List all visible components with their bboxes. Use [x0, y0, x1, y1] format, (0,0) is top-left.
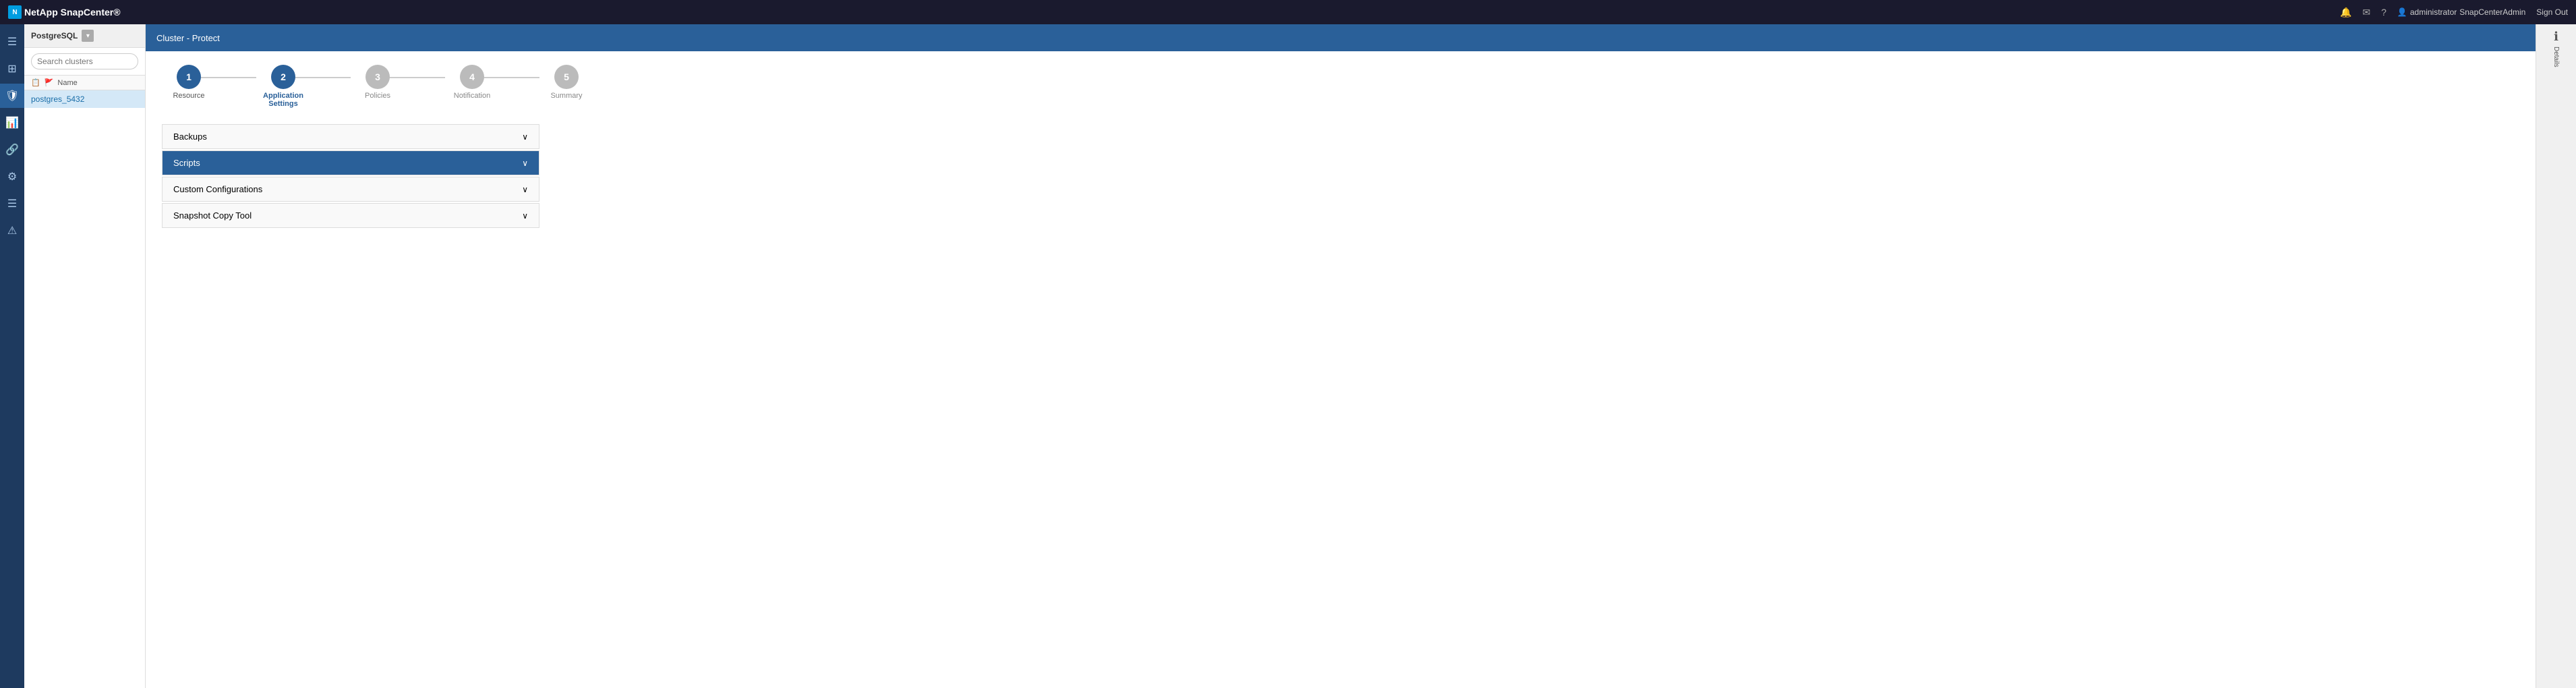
details-panel: ℹ Details: [2536, 24, 2576, 688]
step-label-3: Policies: [351, 92, 405, 100]
rail-topology[interactable]: ⚙: [0, 165, 24, 189]
sub-header: Cluster - Protect: [146, 24, 2536, 51]
sidebar: PostgreSQL ▾ 📋 🚩 Name postgres_5432: [24, 24, 146, 688]
scripts-label: Scripts: [173, 158, 200, 168]
snapshot-copy-tool-label: Snapshot Copy Tool: [173, 210, 252, 221]
custom-configurations-label: Custom Configurations: [173, 184, 262, 194]
rail-shield[interactable]: 🛡: [0, 84, 24, 108]
search-input[interactable]: [31, 53, 138, 69]
step-circle-1: 1: [177, 65, 201, 89]
rail-menu[interactable]: ☰: [0, 30, 24, 54]
user-info: 👤 administrator SnapCenterAdmin: [2397, 7, 2525, 17]
logo-icon: N: [8, 5, 22, 19]
step-label-4: Notification: [445, 92, 499, 100]
wizard-step-1: 1 Resource: [162, 65, 216, 100]
accordion-header-custom-configurations[interactable]: Custom Configurations ∨: [163, 177, 539, 201]
info-icon: ℹ: [2554, 30, 2558, 44]
wizard-steps: 1 Resource 2 Application Settings 3: [162, 65, 2519, 108]
accordion-section-scripts: Scripts ∨: [162, 150, 539, 175]
main-content: 1 Resource 2 Application Settings 3: [146, 51, 2536, 688]
step-circle-5: 5: [554, 65, 579, 89]
rail-nodes[interactable]: 🔗: [0, 138, 24, 162]
accordion-header-scripts[interactable]: Scripts ∨: [163, 151, 539, 175]
netapp-logo: N NetApp SnapCenter®: [8, 5, 121, 19]
accordion-container: Backups ∨ Scripts ∨ Custom Configuration…: [162, 124, 539, 228]
help-icon[interactable]: ?: [2381, 7, 2387, 18]
user-icon: 👤: [2397, 7, 2407, 17]
step-circle-3: 3: [365, 65, 390, 89]
content-area: Cluster - Protect 1 Resource 2: [146, 24, 2536, 688]
step-label-5: Summary: [539, 92, 593, 100]
name-column-label: Name: [57, 79, 77, 87]
wizard-step-3: 3 Policies: [351, 65, 405, 100]
flag-icon: 🚩: [45, 78, 54, 87]
username: administrator: [2410, 7, 2457, 17]
plugin-dropdown-button[interactable]: ▾: [82, 30, 94, 42]
instance-name: SnapCenterAdmin: [2459, 7, 2525, 17]
accordion-section-custom-configurations: Custom Configurations ∨: [162, 177, 539, 202]
accordion-section-backups: Backups ∨: [162, 124, 539, 149]
snapshot-copy-tool-chevron-icon: ∨: [522, 211, 528, 221]
table-header: 📋 🚩 Name: [24, 76, 145, 90]
step-label-1: Resource: [162, 92, 216, 100]
rail-list[interactable]: ☰: [0, 192, 24, 216]
breadcrumb: Cluster - Protect: [156, 33, 220, 43]
accordion-header-snapshot-copy-tool[interactable]: Snapshot Copy Tool ∨: [163, 204, 539, 227]
rail-chart[interactable]: 📊: [0, 111, 24, 135]
plugin-header: PostgreSQL ▾: [24, 24, 145, 48]
bell-icon[interactable]: 🔔: [2340, 7, 2351, 18]
top-header: N NetApp SnapCenter® 🔔 ✉ ? 👤 administrat…: [0, 0, 2576, 24]
header-right: 🔔 ✉ ? 👤 administrator SnapCenterAdmin Si…: [2340, 7, 2568, 18]
backups-label: Backups: [173, 132, 207, 142]
wizard-step-2: 2 Application Settings: [256, 65, 310, 108]
backups-chevron-icon: ∨: [522, 132, 528, 142]
details-label: Details: [2552, 47, 2560, 67]
main-layout: ☰ ⊞ 🛡 📊 🔗 ⚙ ☰ ⚠ PostgreSQL ▾ 📋 🚩 Name po…: [0, 24, 2576, 688]
list-icon: 📋: [31, 78, 40, 87]
step-circle-2: 2: [271, 65, 295, 89]
header-left: N NetApp SnapCenter®: [8, 5, 121, 19]
custom-configurations-chevron-icon: ∨: [522, 185, 528, 194]
mail-icon[interactable]: ✉: [2362, 7, 2370, 18]
rail-grid[interactable]: ⊞: [0, 57, 24, 81]
plugin-label: PostgreSQL: [31, 31, 78, 40]
step-circle-4: 4: [460, 65, 484, 89]
scripts-chevron-icon: ∨: [522, 159, 528, 168]
icon-rail: ☰ ⊞ 🛡 📊 🔗 ⚙ ☰ ⚠: [0, 24, 24, 688]
wizard-step-5: 5 Summary: [539, 65, 593, 100]
sidebar-item-postgres[interactable]: postgres_5432: [24, 90, 145, 108]
accordion-section-snapshot-copy-tool: Snapshot Copy Tool ∨: [162, 203, 539, 228]
search-container: [24, 48, 145, 76]
rail-warning[interactable]: ⚠: [0, 219, 24, 243]
wizard-step-4: 4 Notification: [445, 65, 499, 100]
sign-out-link[interactable]: Sign Out: [2536, 7, 2568, 17]
step-label-2: Application Settings: [256, 92, 310, 108]
app-name: NetApp SnapCenter®: [24, 7, 121, 18]
accordion-header-backups[interactable]: Backups ∨: [163, 125, 539, 148]
